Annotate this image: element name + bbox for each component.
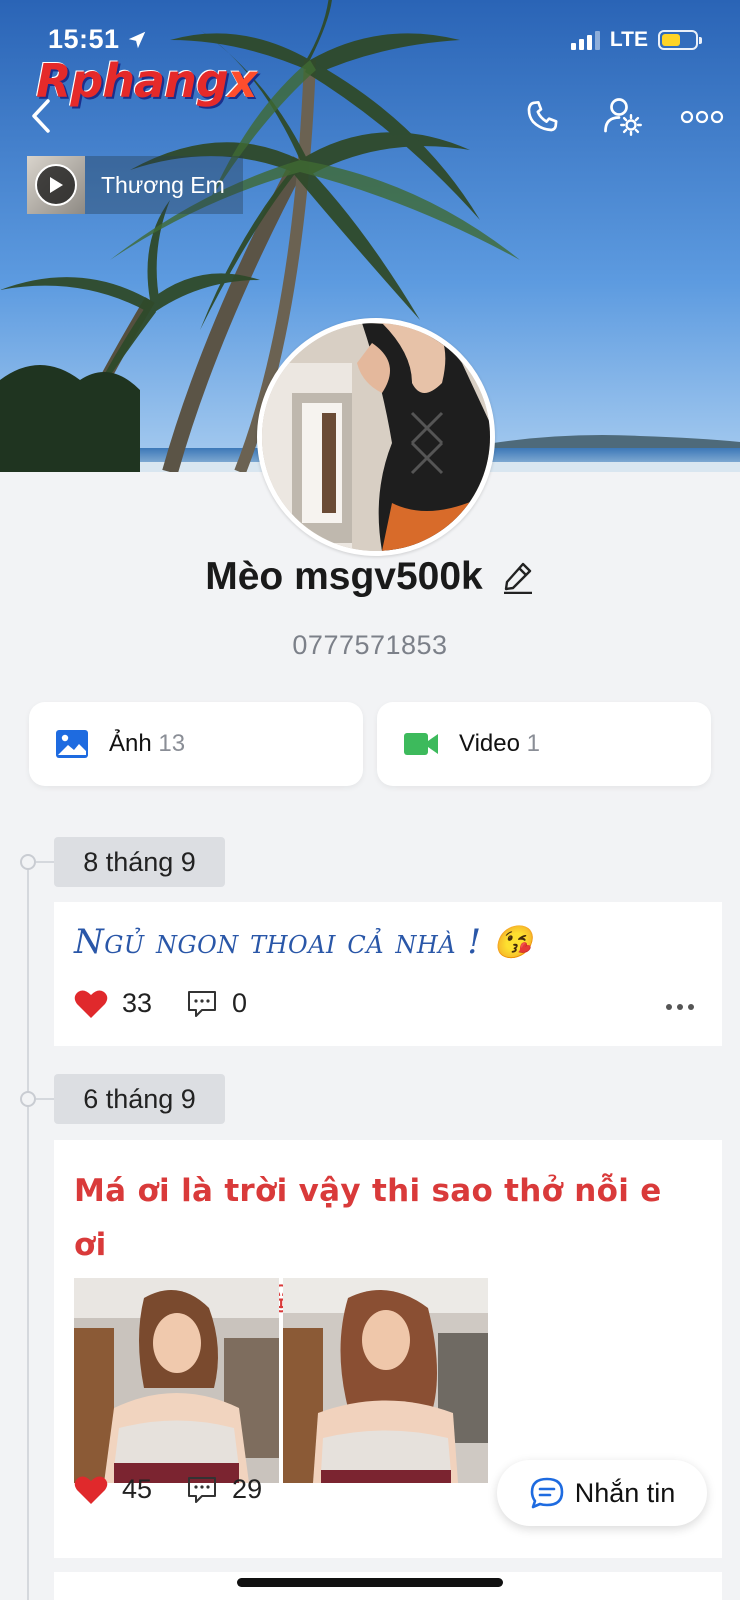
profile-music-player[interactable]: Thương Em — [27, 156, 243, 214]
more-options-button[interactable] — [678, 100, 726, 134]
battery-icon — [658, 30, 702, 50]
post-emoji: 😘 — [492, 923, 534, 961]
post-photo[interactable] — [283, 1278, 488, 1483]
like-count: 33 — [122, 988, 153, 1018]
status-indicators: LTE — [570, 28, 702, 52]
post-reactions: 33 0 — [74, 988, 247, 1019]
post-photo[interactable] — [74, 1278, 279, 1483]
chevron-left-icon — [32, 99, 50, 133]
comment-icon[interactable] — [186, 989, 218, 1019]
date-label: 8 tháng 9 — [54, 837, 225, 887]
location-arrow-icon — [128, 31, 145, 48]
videos-button[interactable]: Video 1 — [377, 702, 711, 786]
comment-icon[interactable] — [186, 1475, 218, 1505]
signal-icon — [570, 30, 600, 50]
date-label: 6 tháng 9 — [54, 1074, 225, 1124]
home-indicator[interactable] — [237, 1578, 503, 1587]
chat-bubble-icon — [530, 1477, 564, 1509]
videos-label: Video — [459, 730, 520, 757]
network-label: LTE — [609, 28, 648, 51]
post-photo-grid — [74, 1278, 488, 1483]
edit-name-button[interactable] — [501, 559, 535, 595]
profile-name-row: Mèo msgv500k — [0, 555, 740, 599]
image-icon — [56, 730, 88, 758]
avatar[interactable] — [257, 318, 495, 556]
timeline-dot — [20, 1091, 36, 1107]
comment-count: 0 — [232, 988, 248, 1018]
phone-number: 0777571853 — [292, 630, 448, 660]
avatar-image — [262, 323, 490, 551]
play-icon[interactable] — [35, 164, 77, 206]
phone-icon — [527, 101, 558, 132]
timeline-connector — [36, 861, 54, 863]
music-thumbnail — [27, 156, 85, 214]
pencil-icon — [503, 562, 532, 594]
post-text: Ngủ ngon thoai cả nhà ! 😘 — [74, 922, 534, 962]
photos-count: 13 — [158, 730, 186, 757]
send-message-label: Nhắn tin — [574, 1477, 676, 1508]
music-title: Thương Em — [101, 171, 225, 198]
back-button[interactable] — [24, 96, 58, 136]
post-reactions: 45 29 — [74, 1474, 262, 1505]
call-button[interactable] — [522, 96, 564, 138]
timeline-dot — [20, 854, 36, 870]
video-camera-icon — [404, 733, 438, 755]
timeline-line — [27, 862, 29, 1600]
profile-settings-button[interactable] — [600, 94, 644, 138]
post-more-button[interactable] — [666, 1000, 702, 1014]
comment-count: 29 — [232, 1474, 263, 1504]
heart-icon[interactable] — [74, 989, 108, 1019]
status-time: 15:51 — [48, 24, 148, 55]
heart-icon[interactable] — [74, 1475, 108, 1505]
more-horizontal-icon — [680, 110, 724, 124]
user-settings-icon — [604, 98, 642, 136]
timeline-post[interactable]: Ngủ ngon thoai cả nhà ! 😘 33 0 — [54, 902, 722, 1046]
timeline-connector — [36, 1098, 54, 1100]
watermark-logo: Rphangx — [36, 54, 257, 108]
like-count: 45 — [122, 1474, 153, 1504]
videos-count: 1 — [526, 730, 540, 757]
send-message-button[interactable]: Nhắn tin — [497, 1460, 707, 1526]
photos-label: Ảnh — [109, 730, 152, 757]
photos-button[interactable]: Ảnh 13 — [29, 702, 363, 786]
profile-name: Mèo msgv500k — [205, 555, 483, 598]
